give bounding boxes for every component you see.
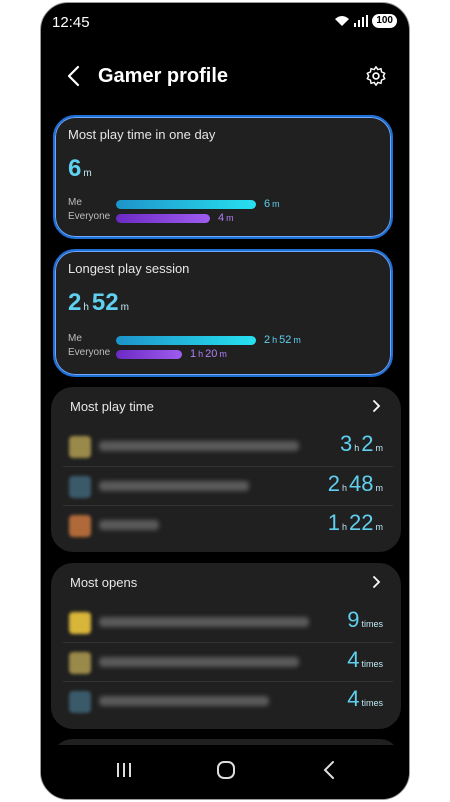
everyone-bar (116, 350, 182, 359)
card-title: Longest play session (68, 261, 190, 276)
list-item[interactable]: 2 h48 m (63, 466, 393, 505)
game-icon (69, 476, 91, 498)
list-item[interactable]: 3 h2 m (63, 427, 393, 465)
session-max-value: 2 h 52 m (68, 289, 129, 316)
me-label: Me (68, 333, 82, 344)
game-name-blurred (99, 520, 159, 530)
recent-apps-icon[interactable] (113, 759, 135, 781)
everyone-label: Everyone (68, 347, 111, 358)
status-icons: 100 (334, 14, 397, 28)
status-bar: 12:45 100 (41, 3, 409, 41)
back-nav-icon[interactable] (319, 759, 341, 781)
card-title: Most play time in one day (68, 127, 216, 142)
list-item[interactable]: 1 h22 m (63, 505, 393, 544)
card-title: Most opens (70, 575, 138, 590)
game-icon (69, 691, 91, 713)
game-icon (69, 436, 91, 458)
game-name-blurred (99, 617, 309, 627)
day-max-value: 6m (68, 155, 92, 182)
back-arrow-icon[interactable] (63, 63, 85, 89)
game-icon (69, 515, 91, 537)
everyone-value: 4m (218, 212, 234, 224)
play-time-value: 2 h48 m (327, 471, 383, 496)
game-name-blurred (99, 696, 269, 706)
me-value: 6m (264, 198, 280, 210)
battery-icon: 100 (372, 14, 397, 28)
most-play-time-card[interactable]: Most play time 3 h2 m 2 h48 m 1 h22 m (51, 387, 401, 552)
gear-icon[interactable] (365, 65, 387, 87)
everyone-bar (116, 214, 210, 223)
opens-value: 9 times (347, 607, 383, 632)
most-play-time-one-day-card: Most play time in one day 6m Me Everyone… (53, 115, 393, 239)
signal-icon (354, 15, 369, 27)
game-name-blurred (99, 657, 299, 667)
game-name-blurred (99, 481, 249, 491)
page-title: Gamer profile (98, 65, 229, 87)
game-icon (69, 652, 91, 674)
home-icon[interactable] (215, 759, 237, 781)
phone-screen: 12:45 100 Gamer profile Most play time i… (40, 2, 410, 800)
navigation-bar (41, 745, 409, 799)
game-icon (69, 612, 91, 634)
list-item[interactable]: 4 times (63, 642, 393, 681)
me-value: 2 h 52 m (264, 334, 301, 346)
chevron-right-icon[interactable] (371, 575, 381, 589)
app-bar: Gamer profile (41, 53, 409, 101)
wifi-icon (335, 16, 350, 26)
everyone-label: Everyone (68, 211, 111, 222)
longest-play-session-card: Longest play session 2 h 52 m Me Everyone 2… (53, 249, 393, 377)
opens-value: 4 times (347, 686, 383, 711)
play-time-value: 3 h2 m (339, 431, 383, 456)
me-label: Me (68, 197, 82, 208)
list-item[interactable]: 9 times (63, 603, 393, 641)
card-title: Most play time (70, 399, 154, 414)
status-time: 12:45 (52, 14, 90, 31)
list-item[interactable]: 4 times (63, 681, 393, 720)
play-time-value: 1 h22 m (327, 510, 383, 535)
game-name-blurred (99, 441, 299, 451)
chevron-right-icon[interactable] (371, 399, 381, 413)
me-bar (116, 336, 256, 345)
opens-value: 4 times (347, 647, 383, 672)
everyone-value: 1 h 20 m (190, 348, 227, 360)
most-opens-card[interactable]: Most opens 9 times 4 times 4 times (51, 563, 401, 729)
me-bar (116, 200, 256, 209)
